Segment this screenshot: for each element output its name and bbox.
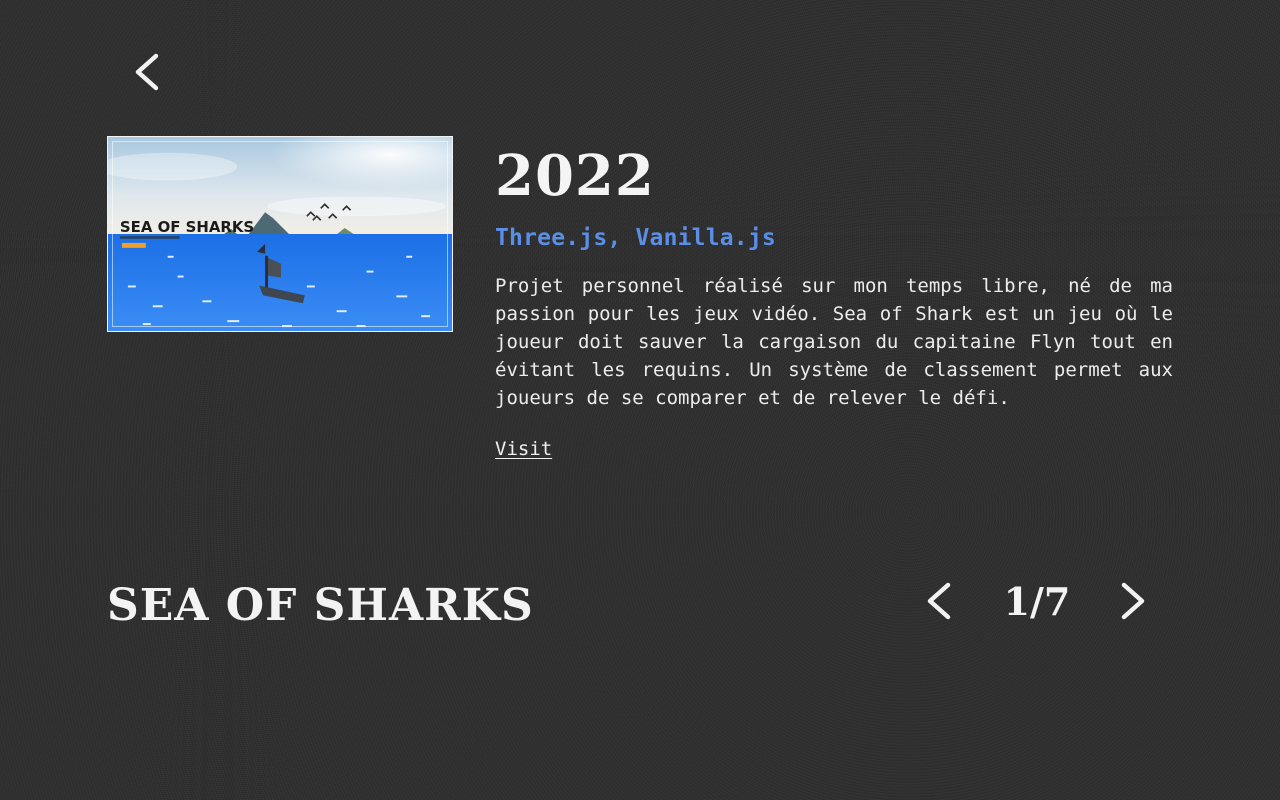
visit-link[interactable]: Visit — [495, 438, 552, 460]
project-details: 2022 Three.js, Vanilla.js Projet personn… — [495, 140, 1173, 460]
project-thumbnail: SEA OF SHARKS — [107, 136, 453, 332]
game-screenshot-image: SEA OF SHARKS — [108, 137, 452, 331]
project-description: Projet personnel réalisé sur mon temps l… — [495, 275, 1173, 409]
thumbnail-logo-text: SEA OF SHARKS — [120, 218, 254, 236]
next-project-button[interactable] — [1114, 580, 1150, 622]
chevron-right-icon — [1121, 582, 1145, 620]
chevron-left-icon — [927, 582, 951, 620]
project-title: SEA OF SHARKS — [107, 580, 534, 631]
project-technologies: Three.js, Vanilla.js — [495, 225, 776, 251]
back-button[interactable] — [128, 50, 168, 94]
chevron-left-icon — [135, 53, 159, 91]
project-year: 2022 — [495, 143, 655, 209]
project-pager: 1/7 — [920, 574, 1160, 630]
previous-project-button[interactable] — [922, 580, 958, 622]
page-counter: 1/7 — [1003, 579, 1071, 624]
